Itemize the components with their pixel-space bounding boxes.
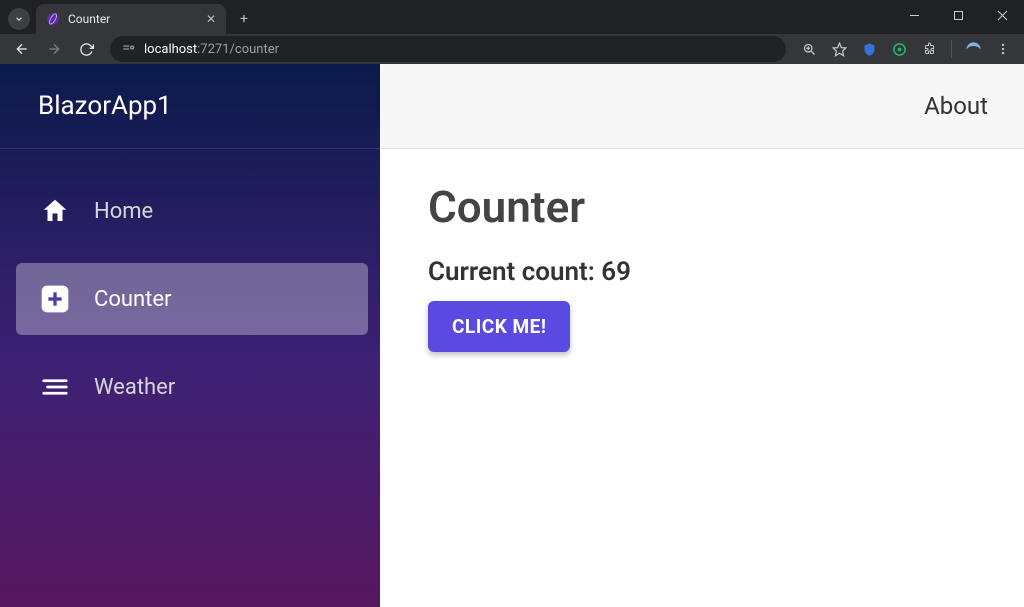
close-tab-icon[interactable]: ✕ <box>206 12 216 26</box>
bookmark-icon[interactable] <box>826 36 852 62</box>
nav-item-label: Counter <box>94 287 171 312</box>
extensions-icon[interactable] <box>916 36 942 62</box>
tab-favicon-icon <box>46 12 60 26</box>
back-button[interactable] <box>8 35 36 63</box>
sidebar: BlazorApp1 Home Counter Weather <box>0 64 380 607</box>
page: BlazorApp1 Home Counter Weather <box>0 64 1024 607</box>
brand-header[interactable]: BlazorApp1 <box>0 64 380 149</box>
window-controls <box>892 0 1024 30</box>
content: Counter Current count: 69 CLICK ME! <box>380 149 1024 384</box>
nav-item-home[interactable]: Home <box>16 175 368 247</box>
extension-circle-icon[interactable] <box>886 36 912 62</box>
nav-item-label: Home <box>94 199 153 224</box>
forward-button[interactable] <box>40 35 68 63</box>
site-info-icon[interactable] <box>120 41 136 57</box>
extension-shield-icon[interactable] <box>856 36 882 62</box>
click-me-button[interactable]: CLICK ME! <box>428 301 570 352</box>
count-row: Current count: 69 <box>428 257 976 287</box>
topbar: About <box>380 64 1024 149</box>
window-minimize-button[interactable] <box>892 0 936 30</box>
nav-item-weather[interactable]: Weather <box>16 351 368 423</box>
plus-icon <box>38 282 72 316</box>
reload-button[interactable] <box>72 35 100 63</box>
browser-tab[interactable]: Counter ✕ <box>36 4 226 34</box>
url-path: :7271/counter <box>197 42 279 57</box>
brand-text: BlazorApp1 <box>38 91 172 121</box>
window-close-button[interactable] <box>980 0 1024 30</box>
count-label: Current count: <box>428 257 601 287</box>
new-tab-button[interactable]: + <box>232 7 256 31</box>
list-icon <box>38 370 72 404</box>
nav-item-label: Weather <box>94 375 175 400</box>
window-maximize-button[interactable] <box>936 0 980 30</box>
sidebar-nav: Home Counter Weather <box>0 149 380 423</box>
toolbar-right <box>796 36 1016 62</box>
nav-item-counter[interactable]: Counter <box>16 263 368 335</box>
address-bar[interactable]: localhost:7271/counter <box>110 36 786 62</box>
main: About Counter Current count: 69 CLICK ME… <box>380 64 1024 607</box>
browser-toolbar: localhost:7271/counter <box>0 34 1024 64</box>
browser-chrome: Counter ✕ + localhost:7271/counter <box>0 0 1024 64</box>
url-text: localhost:7271/counter <box>144 42 279 57</box>
home-icon <box>38 194 72 228</box>
zoom-icon[interactable] <box>796 36 822 62</box>
tab-title: Counter <box>68 12 198 26</box>
page-heading: Counter <box>428 181 976 233</box>
profile-icon[interactable] <box>960 36 986 62</box>
url-host: localhost <box>144 42 197 57</box>
count-value: 69 <box>601 257 631 287</box>
tab-strip: Counter ✕ + <box>0 0 1024 34</box>
divider <box>946 36 956 62</box>
menu-icon[interactable] <box>990 36 1016 62</box>
about-link[interactable]: About <box>924 92 988 120</box>
tab-search-button[interactable] <box>8 8 30 30</box>
